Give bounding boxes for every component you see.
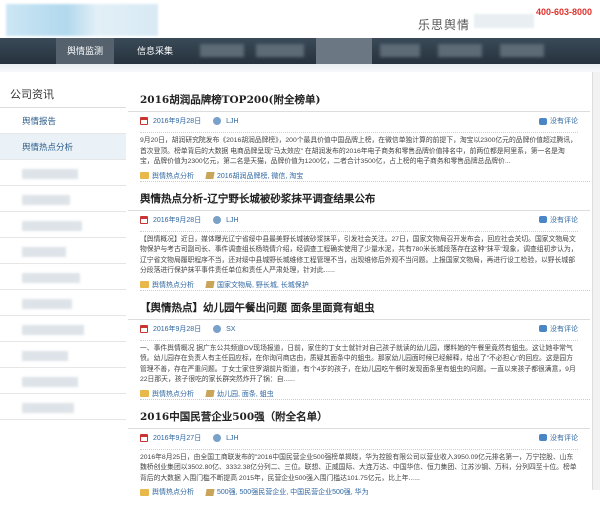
article-tag-list[interactable]: 国家文物局, 野长城, 长城保护: [217, 282, 309, 289]
sidebar-item-blurred[interactable]: [0, 264, 126, 290]
sidebar-item-blurred[interactable]: [0, 316, 126, 342]
sidebar-item-blurred[interactable]: [0, 342, 126, 368]
comment-icon: [539, 216, 547, 224]
article-title[interactable]: 【舆情热点】幼儿园午餐出问题 面条里面竟有蛆虫: [128, 300, 590, 320]
sidebar-item-blurred[interactable]: [0, 212, 126, 238]
article-author[interactable]: LJH: [226, 118, 238, 125]
article-tags: 舆情热点分析 2016胡润品牌榜, 微信, 淘宝: [140, 171, 590, 182]
comment-icon: [539, 434, 547, 442]
main-nav: 舆情监测 信息采集: [0, 38, 600, 64]
article-tags: 舆情热点分析 国家文物局, 野长城, 长城保护: [140, 280, 590, 291]
article-summary: 9月20日，胡润研究院发布《2016胡润品牌榜》，200个最具价值中国品牌上榜，…: [140, 132, 578, 168]
comment-link[interactable]: 没有评论: [539, 116, 578, 126]
page-scrollbar[interactable]: [592, 72, 600, 490]
tag-icon: [205, 172, 215, 180]
comment-link[interactable]: 没有评论: [539, 324, 578, 334]
article-date: 2016年9月28日: [152, 216, 202, 224]
banner-strip: [0, 64, 600, 72]
comment-icon: [539, 117, 547, 125]
article-meta: 2016年9月28日 LJH 没有评论: [140, 116, 590, 130]
sidebar-item-blurred[interactable]: [0, 394, 126, 420]
article-date: 2016年9月28日: [152, 118, 202, 125]
calendar-icon: [140, 215, 148, 224]
article-meta: 2016年9月27日 LJH 没有评论: [140, 433, 590, 447]
article-category[interactable]: 舆情热点分析: [152, 282, 194, 289]
nav-item-collect[interactable]: 信息采集: [126, 38, 184, 64]
article-summary: 2016年8月25日，由全国工商联发布的"2016中国民营企业500强榜单揭晓，…: [140, 448, 578, 485]
sidebar-title: 公司资讯: [0, 86, 126, 108]
comment-link[interactable]: 没有评论: [539, 215, 578, 225]
nav-item-monitor[interactable]: 舆情监测: [56, 38, 114, 64]
article-date: 2016年9月27日: [152, 434, 202, 442]
user-icon: [213, 433, 222, 442]
article-category[interactable]: 舆情热点分析: [152, 489, 194, 496]
comment-label: 没有评论: [550, 434, 578, 442]
article-author[interactable]: LJH: [226, 435, 238, 442]
brand-name: 乐思舆情: [417, 18, 470, 32]
article-category[interactable]: 舆情热点分析: [152, 391, 194, 398]
calendar-icon: [140, 324, 148, 333]
folder-icon: [140, 172, 149, 180]
sidebar: 公司资讯 舆情报告 舆情热点分析: [0, 86, 126, 420]
comment-label: 没有评论: [550, 216, 578, 224]
article-tag-list[interactable]: 幼儿园, 面条, 蛆虫: [217, 391, 274, 398]
article: 舆情热点分析-辽宁野长城被砂浆抹平调查结果公布 2016年9月28日 LJH 没…: [128, 191, 590, 291]
folder-icon: [140, 281, 149, 289]
comment-icon: [539, 325, 547, 333]
sidebar-item-blurred[interactable]: [0, 160, 126, 186]
nav-item-selected-blurred[interactable]: [316, 38, 372, 64]
calendar-icon: [140, 433, 148, 442]
comment-label: 没有评论: [550, 118, 578, 125]
sidebar-item-report[interactable]: 舆情报告: [0, 108, 126, 134]
article-summary: 【舆情概况】近日，媒体曝光辽宁省绥中县最美野长城被砂浆抹平，引发社会关注。27日…: [140, 230, 578, 277]
brand-slogan-blurred: [474, 14, 534, 28]
article-tag-list[interactable]: 500强, 500强民营企业, 中国民营企业500强, 华为: [217, 489, 369, 496]
article-tags: 舆情热点分析 幼儿园, 面条, 蛆虫: [140, 389, 590, 400]
article-meta: 2016年9月28日 SX 没有评论: [140, 324, 590, 338]
article-tags: 舆情热点分析 500强, 500强民营企业, 中国民营企业500强, 华为: [140, 487, 590, 498]
article-tag-list[interactable]: 2016胡润品牌榜, 微信, 淘宝: [217, 173, 303, 180]
article: 2016胡润品牌榜TOP200(附全榜单) 2016年9月28日 LJH 没有评…: [128, 92, 590, 182]
folder-icon: [140, 390, 149, 398]
user-icon: [213, 117, 222, 126]
article: 2016中国民营企业500强（附全名单） 2016年9月27日 LJH 没有评论…: [128, 409, 590, 499]
nav-item-blurred[interactable]: [380, 44, 420, 57]
article-title[interactable]: 2016中国民营企业500强（附全名单）: [128, 409, 590, 429]
top-header: 乐思舆情 400-603-8000: [0, 0, 600, 38]
tag-icon: [205, 390, 215, 398]
article-category[interactable]: 舆情热点分析: [152, 173, 194, 180]
user-icon: [213, 215, 222, 224]
article-list: 2016胡润品牌榜TOP200(附全榜单) 2016年9月28日 LJH 没有评…: [128, 92, 590, 507]
comment-link[interactable]: 没有评论: [539, 433, 578, 443]
article: 【舆情热点】幼儿园午餐出问题 面条里面竟有蛆虫 2016年9月28日 SX 没有…: [128, 300, 590, 400]
article-title[interactable]: 2016胡润品牌榜TOP200(附全榜单): [128, 92, 590, 112]
sidebar-item-blurred[interactable]: [0, 290, 126, 316]
calendar-icon: [140, 117, 148, 126]
logo[interactable]: [6, 4, 158, 36]
sidebar-item-hot-analysis[interactable]: 舆情热点分析: [0, 134, 126, 160]
article-meta: 2016年9月28日 LJH 没有评论: [140, 215, 590, 229]
article-summary: 一、事件舆情概况 据广东公共频道DV现场报道，日前，家住的丁女士就针对自己孩子就…: [140, 339, 578, 386]
nav-item-blurred[interactable]: [200, 44, 244, 57]
nav-item-blurred[interactable]: [256, 44, 304, 57]
sidebar-item-blurred[interactable]: [0, 238, 126, 264]
user-icon: [213, 324, 222, 333]
article-date: 2016年9月28日: [152, 325, 202, 333]
article-author[interactable]: LJH: [226, 217, 238, 224]
nav-item-blurred[interactable]: [438, 44, 482, 57]
sidebar-item-blurred[interactable]: [0, 186, 126, 212]
phone-number: 400-603-8000: [535, 7, 592, 17]
article-author[interactable]: SX: [226, 326, 235, 333]
tag-icon: [205, 281, 215, 289]
article-title[interactable]: 舆情热点分析-辽宁野长城被砂浆抹平调查结果公布: [128, 191, 590, 211]
sidebar-item-blurred[interactable]: [0, 368, 126, 394]
nav-item-blurred[interactable]: [500, 44, 544, 57]
comment-label: 没有评论: [550, 325, 578, 333]
